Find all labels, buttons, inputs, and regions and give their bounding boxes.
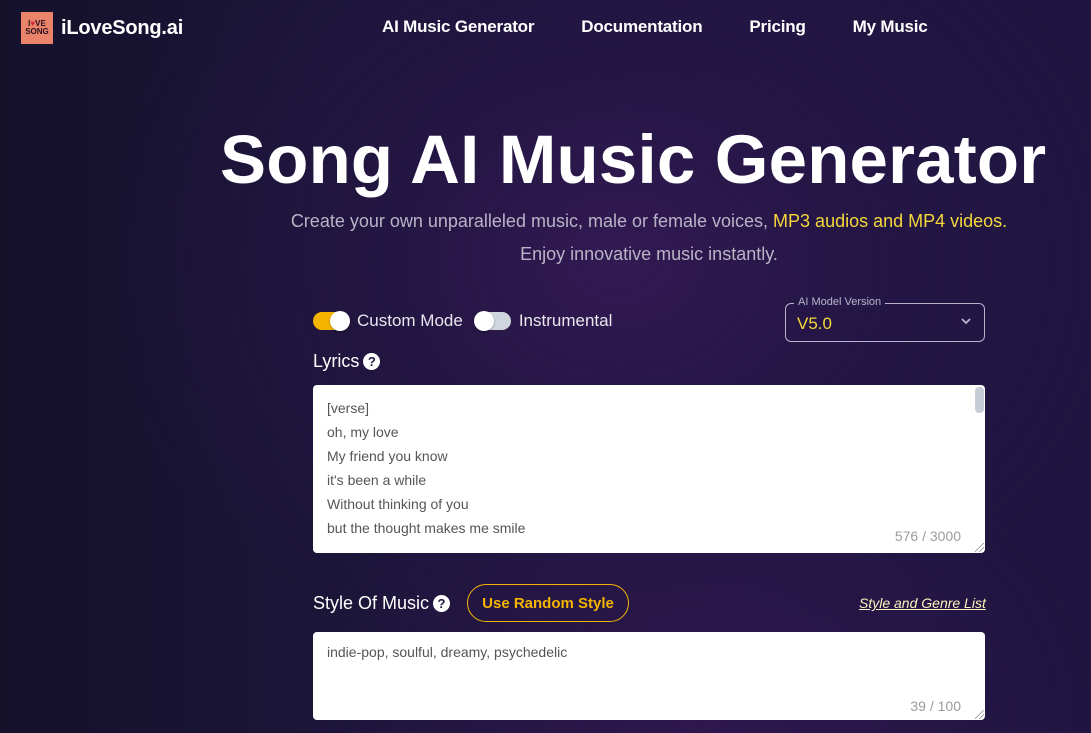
nav-pricing[interactable]: Pricing [749, 17, 805, 37]
mode-toggles: Custom Mode Instrumental [313, 311, 624, 331]
toggle-knob [330, 311, 350, 331]
nav-my-music[interactable]: My Music [853, 17, 928, 37]
subtitle-text: Create your own unparalleled music, male… [290, 211, 774, 231]
lyrics-char-counter: 576 / 3000 [894, 528, 961, 544]
resize-handle-icon[interactable] [975, 543, 984, 552]
use-random-style-button[interactable]: Use Random Style [467, 584, 629, 622]
style-label-row: Style Of Music ? [313, 593, 451, 614]
custom-mode-label: Custom Mode [357, 311, 463, 330]
lyrics-line: My friend you know [327, 448, 448, 464]
lyrics-label: Lyrics [313, 351, 360, 371]
style-textarea[interactable]: indie-pop, soulful, dreamy, psychedelic … [313, 632, 985, 720]
lyrics-line: it's been a while [327, 472, 427, 488]
lyrics-label-row: Lyrics ? [313, 351, 381, 372]
hero-subtitle: Create your own unparalleled music, male… [0, 211, 1091, 232]
instrumental-toggle[interactable] [473, 311, 511, 331]
main-nav: AI Music Generator Documentation Pricing… [382, 17, 975, 37]
page-title: Song AI Music Generator [220, 121, 1047, 198]
resize-handle-icon[interactable] [975, 710, 984, 719]
custom-mode-toggle[interactable] [313, 311, 350, 331]
model-version-label: AI Model Version [794, 296, 886, 308]
lyrics-line: oh, my love [327, 424, 399, 440]
toggle-knob [473, 311, 494, 331]
style-label: Style Of Music [313, 593, 430, 613]
model-version-select[interactable]: AI Model Version V5.0 [785, 296, 985, 342]
style-value: indie-pop, soulful, dreamy, psychedelic [327, 644, 568, 660]
logo-icon: I♥VE SONG [21, 12, 53, 44]
help-icon[interactable]: ? [433, 595, 451, 612]
header: I♥VE SONG iLoveSong.ai AI Music Generato… [0, 0, 1091, 56]
help-icon[interactable]: ? [363, 353, 381, 370]
hero-subtitle-2: Enjoy innovative music instantly. [520, 244, 778, 264]
brand-name: iLoveSong.ai [61, 16, 184, 39]
logo[interactable]: I♥VE SONG iLoveSong.ai [21, 12, 183, 44]
lyrics-line: [verse] [327, 400, 370, 416]
lyrics-line: but the thought makes me smile [327, 520, 526, 536]
nav-documentation[interactable]: Documentation [581, 17, 702, 37]
lyrics-scrollbar[interactable] [975, 387, 984, 413]
chevron-down-icon [961, 318, 971, 325]
model-version-value: V5.0 [797, 314, 832, 333]
instrumental-label: Instrumental [518, 311, 613, 330]
logo-line2: SONG [25, 27, 49, 36]
lyrics-line: Without thinking of you [327, 496, 469, 512]
nav-ai-music-generator[interactable]: AI Music Generator [382, 17, 534, 37]
style-genre-list-link[interactable]: Style and Genre List [859, 595, 986, 611]
lyrics-textarea[interactable]: [verse] oh, my love My friend you know i… [313, 385, 985, 553]
subtitle-highlight: MP3 audios and MP4 videos. [773, 211, 1008, 231]
style-char-counter: 39 / 100 [910, 698, 961, 714]
